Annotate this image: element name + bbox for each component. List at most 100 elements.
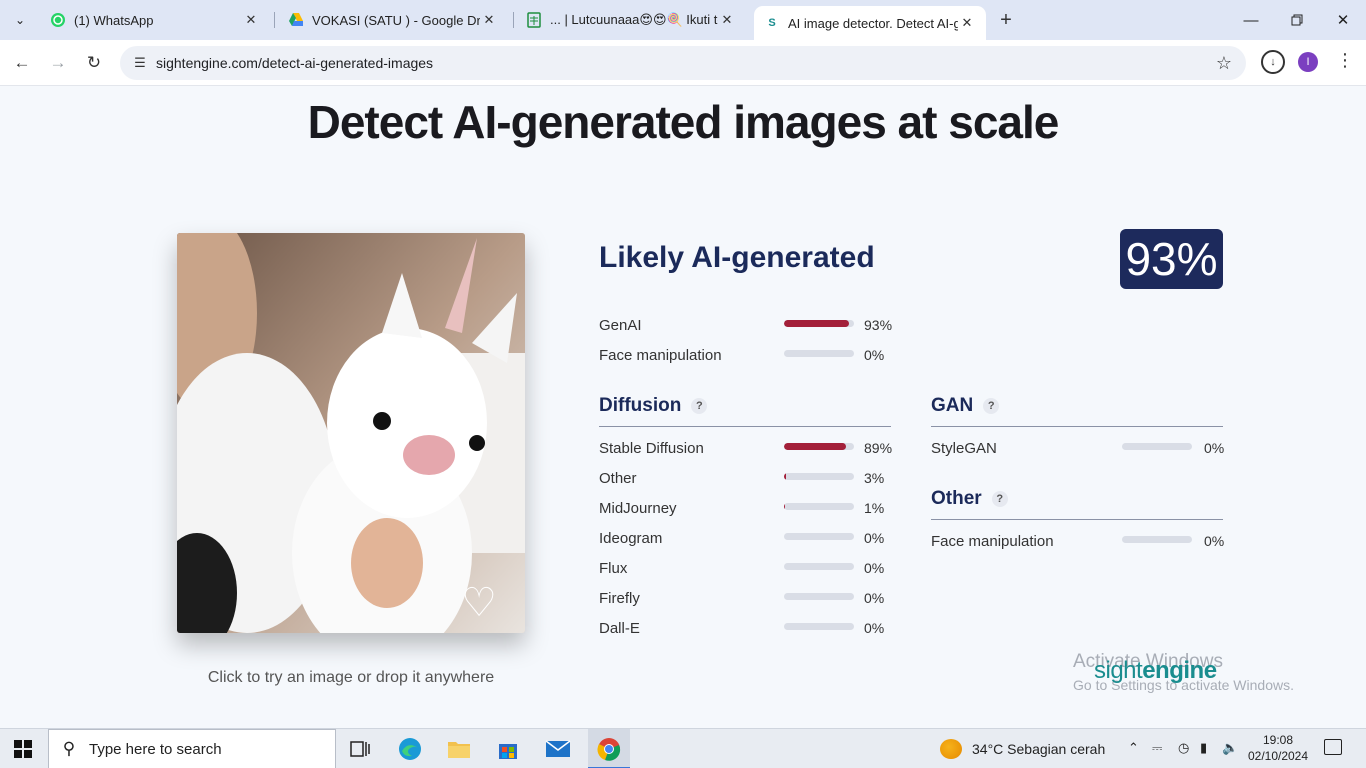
taskbar-clock[interactable]: 19:08 02/10/2024 (1244, 732, 1312, 764)
heart-icon[interactable]: ♡ (459, 583, 499, 623)
summary-row-face-manipulation: Face manipulation 0% (599, 343, 891, 367)
chevron-down-icon: ⌄ (14, 13, 26, 27)
row-label: MidJourney (599, 499, 677, 517)
uploaded-image[interactable]: ♡ (177, 233, 525, 633)
row-percent: 3% (864, 470, 885, 486)
section-title-diffusion: Diffusion? (599, 395, 708, 417)
brand-bold: engine (1142, 657, 1217, 684)
tab-separator (274, 12, 275, 28)
taskbar-search[interactable]: ⚲ Type here to search (48, 729, 336, 768)
tab-lutcuunaaa[interactable]: ... | Lutcuunaaa😍😍🍭 Ikuti te ✕ (516, 6, 746, 34)
row-percent: 89% (864, 440, 893, 456)
forward-button[interactable]: → (45, 50, 71, 76)
tab-sightengine[interactable]: S AI image detector. Detect AI-ge ✕ (754, 6, 986, 40)
row-percent: 0% (1204, 440, 1225, 456)
weather-sun-icon (940, 739, 962, 759)
close-icon[interactable]: ✕ (718, 12, 736, 28)
row-percent: 0% (864, 560, 885, 576)
whatsapp-icon (50, 12, 66, 28)
chevron-up-icon[interactable]: ⌃ (1128, 740, 1139, 756)
other-row-face-manipulation: Face manipulation 0% (931, 529, 1224, 553)
row-percent: 0% (864, 530, 885, 546)
section-title-gan: GAN? (931, 395, 1000, 417)
browser-toolbar: ← → ↻ ☰ sightengine.com/detect-ai-genera… (0, 40, 1366, 86)
volume-icon[interactable]: 🔈 (1222, 740, 1238, 756)
sightengine-icon: S (768, 17, 776, 29)
upload-hint[interactable]: Click to try an image or drop it anywher… (177, 669, 525, 687)
restore-icon (1291, 14, 1303, 26)
minimize-button[interactable]: — (1228, 0, 1274, 40)
progress-fill (784, 473, 787, 480)
unicorn-photo (177, 233, 525, 633)
score-badge: 93% (1120, 229, 1223, 289)
battery-icon[interactable]: ▮ (1200, 740, 1207, 756)
row-label: Stable Diffusion (599, 439, 704, 457)
tab-whatsapp[interactable]: (1) WhatsApp ✕ (40, 6, 270, 34)
close-icon[interactable]: ✕ (480, 12, 498, 28)
new-tab-button[interactable]: + (994, 8, 1018, 32)
edge-icon[interactable] (396, 735, 424, 763)
restore-button[interactable] (1274, 0, 1320, 40)
diffusion-row: Ideogram 0% (599, 526, 891, 550)
row-percent: 0% (864, 347, 885, 363)
profile-avatar[interactable]: I (1298, 52, 1318, 72)
section-title-text: Diffusion (599, 395, 682, 416)
row-percent: 0% (864, 620, 885, 636)
clock-time: 19:08 (1262, 733, 1294, 747)
row-label: Flux (599, 559, 628, 577)
summary-row-genai: GenAI 93% (599, 313, 893, 337)
chrome-icon[interactable] (595, 735, 623, 763)
back-button[interactable]: ← (9, 50, 35, 76)
weather-widget[interactable]: 34°C Sebagian cerah (940, 739, 1105, 759)
more-menu-icon[interactable]: ⋮ (1336, 50, 1354, 71)
sightengine-logo[interactable]: sightengine (1094, 657, 1217, 685)
notification-icon[interactable] (1324, 739, 1342, 755)
tab-google-drive[interactable]: VOKASI (SATU ) - Google Drive ✕ (278, 6, 508, 34)
site-settings-icon[interactable]: ☰ (124, 55, 156, 71)
diffusion-row: Stable Diffusion 89% (599, 436, 893, 460)
help-icon[interactable]: ? (991, 490, 1008, 507)
windows-start-icon[interactable] (14, 740, 32, 758)
reload-button[interactable]: ↻ (81, 50, 107, 76)
file-explorer-icon[interactable] (445, 735, 473, 763)
row-label: GenAI (599, 316, 642, 334)
close-icon[interactable]: ✕ (958, 15, 976, 31)
section-title-text: Other (931, 488, 982, 509)
row-label: Dall-E (599, 619, 640, 637)
sheet-icon (526, 12, 542, 28)
help-icon[interactable]: ? (983, 397, 1000, 414)
progress-bar (784, 623, 854, 630)
close-icon[interactable]: ✕ (242, 12, 260, 28)
row-label: Ideogram (599, 529, 663, 547)
usb-icon[interactable]: ⎓ (1152, 740, 1162, 756)
address-bar[interactable]: ☰ sightengine.com/detect-ai-generated-im… (120, 46, 1246, 80)
mail-icon[interactable] (544, 735, 572, 763)
progress-fill (784, 443, 847, 450)
progress-bar (784, 443, 854, 450)
page-content: Detect AI-generated images at scale ♡ Cl… (0, 87, 1366, 728)
page-title: Detect AI-generated images at scale (307, 96, 1060, 148)
store-icon[interactable] (494, 735, 522, 763)
url-text[interactable]: sightengine.com/detect-ai-generated-imag… (156, 55, 433, 71)
section-title-text: GAN (931, 395, 974, 416)
network-icon[interactable]: ◷ (1178, 740, 1189, 756)
tab-title: ... | Lutcuunaaa😍😍🍭 Ikuti te (550, 12, 718, 27)
task-view-icon[interactable] (346, 735, 374, 763)
section-divider (931, 426, 1223, 427)
progress-fill (784, 320, 850, 327)
progress-bar (784, 473, 854, 480)
close-window-button[interactable]: ✕ (1320, 0, 1366, 40)
progress-bar (784, 503, 854, 510)
tab-search-button[interactable]: ⌄ (6, 6, 34, 34)
download-icon[interactable]: ↓ (1261, 50, 1285, 74)
help-icon[interactable]: ? (691, 397, 708, 414)
progress-bar (784, 593, 854, 600)
section-divider (931, 519, 1223, 520)
diffusion-row: Flux 0% (599, 556, 891, 580)
search-icon: ⚲ (62, 739, 76, 758)
verdict-title: Likely AI-generated (599, 241, 875, 274)
google-drive-icon (288, 12, 304, 28)
progress-bar (1122, 536, 1192, 543)
row-percent: 93% (864, 317, 893, 333)
bookmark-star-icon[interactable]: ☆ (1216, 53, 1232, 74)
